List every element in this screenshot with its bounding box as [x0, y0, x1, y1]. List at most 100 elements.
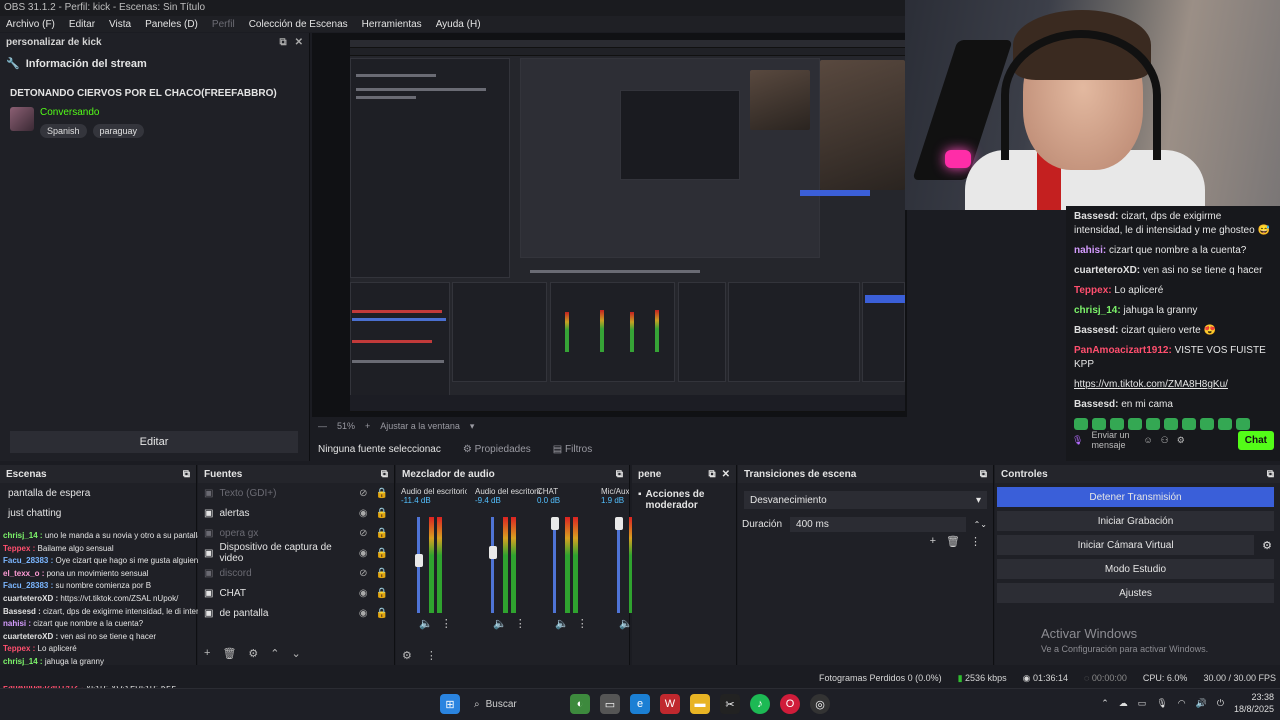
- eye-icon[interactable]: ◉: [359, 548, 368, 559]
- float-icon[interactable]: ⧉: [279, 37, 286, 48]
- duration-input[interactable]: 400 ms: [790, 517, 966, 532]
- zoom-in-icon[interactable]: +: [365, 421, 370, 431]
- volume-fader[interactable]: [617, 517, 620, 613]
- menu-vista[interactable]: Vista: [109, 19, 131, 30]
- eye-icon[interactable]: ◉: [359, 608, 368, 619]
- lock-icon[interactable]: 🔒: [376, 568, 388, 579]
- menu-paneles[interactable]: Paneles (D): [145, 19, 198, 30]
- add-icon[interactable]: +: [204, 647, 210, 660]
- scene-item[interactable]: pantalla de espera: [0, 483, 196, 503]
- chat-username[interactable]: chrisj_14:: [1074, 305, 1121, 316]
- lock-icon[interactable]: 🔒: [376, 608, 388, 619]
- speaker-icon[interactable]: 🔈: [419, 617, 433, 630]
- source-item[interactable]: ▣ alertas ◉ 🔒: [198, 503, 394, 523]
- menu-ayuda[interactable]: Ayuda (H): [436, 19, 481, 30]
- chevron-down-icon[interactable]: ▾: [470, 421, 475, 432]
- properties-button[interactable]: ⚙ Propiedades: [463, 444, 531, 455]
- float-icon[interactable]: ⧉: [1267, 469, 1274, 480]
- trash-icon[interactable]: 🗑: [222, 647, 236, 660]
- menu-editar[interactable]: Editar: [69, 19, 95, 30]
- speaker-icon[interactable]: 🔈: [493, 617, 507, 630]
- chat-username[interactable]: PanAmoacizart1912:: [1074, 345, 1172, 356]
- close-icon[interactable]: ✕: [295, 37, 303, 48]
- obs-icon[interactable]: ◎: [810, 694, 830, 714]
- chat-username[interactable]: Teppex:: [1074, 285, 1112, 296]
- lock-icon[interactable]: 🔒: [376, 528, 388, 539]
- volume-icon[interactable]: 🔊: [1196, 698, 1207, 709]
- widgets-icon[interactable]: ◐: [570, 694, 590, 714]
- fit-window-select[interactable]: Ajustar a la ventana: [380, 421, 460, 431]
- battery-icon[interactable]: ▭: [1138, 698, 1147, 709]
- studio-mode-button[interactable]: Modo Estudio: [997, 559, 1274, 579]
- gear-icon[interactable]: ⚙: [1262, 539, 1272, 552]
- fader-handle[interactable]: [414, 554, 423, 568]
- stream-category[interactable]: Conversando: [40, 107, 144, 118]
- stop-stream-button[interactable]: Detener Transmisión: [997, 487, 1274, 507]
- source-item[interactable]: ▣ Texto (GDI+) ⊘ 🔒: [198, 483, 394, 503]
- stepper-icon[interactable]: ⌃⌄: [974, 520, 987, 529]
- eye-off-icon[interactable]: ⊘: [359, 528, 367, 539]
- chat-username[interactable]: Bassesd:: [1074, 325, 1118, 336]
- float-icon[interactable]: ⧉: [381, 469, 388, 480]
- lock-icon[interactable]: 🔒: [376, 508, 388, 519]
- menu-archivo[interactable]: Archivo (F): [6, 19, 55, 30]
- cloud-icon[interactable]: ☁: [1119, 698, 1128, 709]
- trash-icon[interactable]: 🗑: [946, 535, 960, 548]
- start-virtual-camera-button[interactable]: Iniciar Cámara Virtual: [997, 535, 1255, 555]
- chat-text[interactable]: https://vm.tiktok.com/ZMA8H8gKu/: [1074, 379, 1228, 390]
- chat-username[interactable]: Bassesd:: [1074, 399, 1118, 410]
- source-item[interactable]: ▣ CHAT ◉ 🔒: [198, 583, 394, 603]
- taskbar-search[interactable]: ⌕ Buscar: [470, 693, 560, 715]
- taskbar-clock[interactable]: 23:38 18/8/2025: [1234, 691, 1274, 715]
- menu-herramientas[interactable]: Herramientas: [362, 19, 422, 30]
- lock-icon[interactable]: 🔒: [376, 548, 388, 559]
- app-red-icon[interactable]: W: [660, 694, 680, 714]
- windows-start-icon[interactable]: ⊞: [440, 694, 460, 714]
- scene-item[interactable]: just chatting: [0, 503, 196, 523]
- speaker-icon[interactable]: 🔈: [555, 617, 569, 630]
- eye-off-icon[interactable]: ⊘: [359, 568, 367, 579]
- edge-icon[interactable]: e: [630, 694, 650, 714]
- fader-handle[interactable]: [550, 517, 559, 530]
- lock-icon[interactable]: 🔒: [376, 588, 388, 599]
- more-icon[interactable]: ⋮: [426, 649, 437, 662]
- chevron-down-icon[interactable]: ⌄: [292, 647, 301, 660]
- eye-off-icon[interactable]: ⊘: [359, 488, 367, 499]
- source-item[interactable]: ▣ de pantalla ◉ 🔒: [198, 603, 394, 623]
- float-icon[interactable]: ⧉: [616, 469, 623, 480]
- source-item[interactable]: ▣ opera gx ⊘ 🔒: [198, 523, 394, 543]
- chat-send-button[interactable]: Chat: [1237, 430, 1274, 450]
- zoom-out-icon[interactable]: —: [318, 421, 327, 431]
- file-explorer-icon[interactable]: ▭: [600, 694, 620, 714]
- opera-gx-icon[interactable]: O: [780, 694, 800, 714]
- gear-icon[interactable]: ⚙: [248, 647, 258, 660]
- gear-icon[interactable]: ⚙: [402, 649, 412, 662]
- edit-stream-button[interactable]: Editar: [10, 431, 298, 453]
- chevron-up-icon[interactable]: ⌃: [270, 647, 279, 660]
- more-icon[interactable]: ⋮: [515, 617, 526, 630]
- transition-select[interactable]: Desvanecimiento ▾: [744, 491, 987, 509]
- filters-button[interactable]: ▤ Filtros: [553, 444, 592, 455]
- menu-perfil[interactable]: Perfil: [212, 19, 235, 30]
- menu-coleccion-escenas[interactable]: Colección de Escenas: [249, 19, 348, 30]
- fader-handle[interactable]: [614, 517, 623, 530]
- folder-icon[interactable]: ▬: [690, 694, 710, 714]
- add-icon[interactable]: +: [930, 535, 936, 548]
- float-icon[interactable]: ⧉: [183, 469, 190, 480]
- source-item[interactable]: ▣ discord ⊘ 🔒: [198, 563, 394, 583]
- mic-icon[interactable]: 🎙: [1072, 435, 1083, 446]
- more-icon[interactable]: ⋮: [970, 535, 981, 548]
- source-item[interactable]: ▣ Dispositivo de captura de video ◉ 🔒: [198, 542, 394, 564]
- power-icon[interactable]: ⏻: [1217, 698, 1224, 709]
- obs-preview-canvas[interactable]: [312, 33, 907, 417]
- more-icon[interactable]: ⋮: [577, 617, 588, 630]
- lock-icon[interactable]: 🔒: [376, 488, 388, 499]
- volume-fader[interactable]: [553, 517, 556, 613]
- chat-username[interactable]: Bassesd:: [1074, 211, 1118, 222]
- eye-icon[interactable]: ◉: [359, 588, 368, 599]
- volume-fader[interactable]: [491, 517, 494, 613]
- start-recording-button[interactable]: Iniciar Grabación: [997, 511, 1274, 531]
- chat-input[interactable]: Enviar un mensaje: [1091, 430, 1135, 450]
- spotify-icon[interactable]: ♪: [750, 694, 770, 714]
- mic-icon[interactable]: 🎙: [1156, 698, 1167, 709]
